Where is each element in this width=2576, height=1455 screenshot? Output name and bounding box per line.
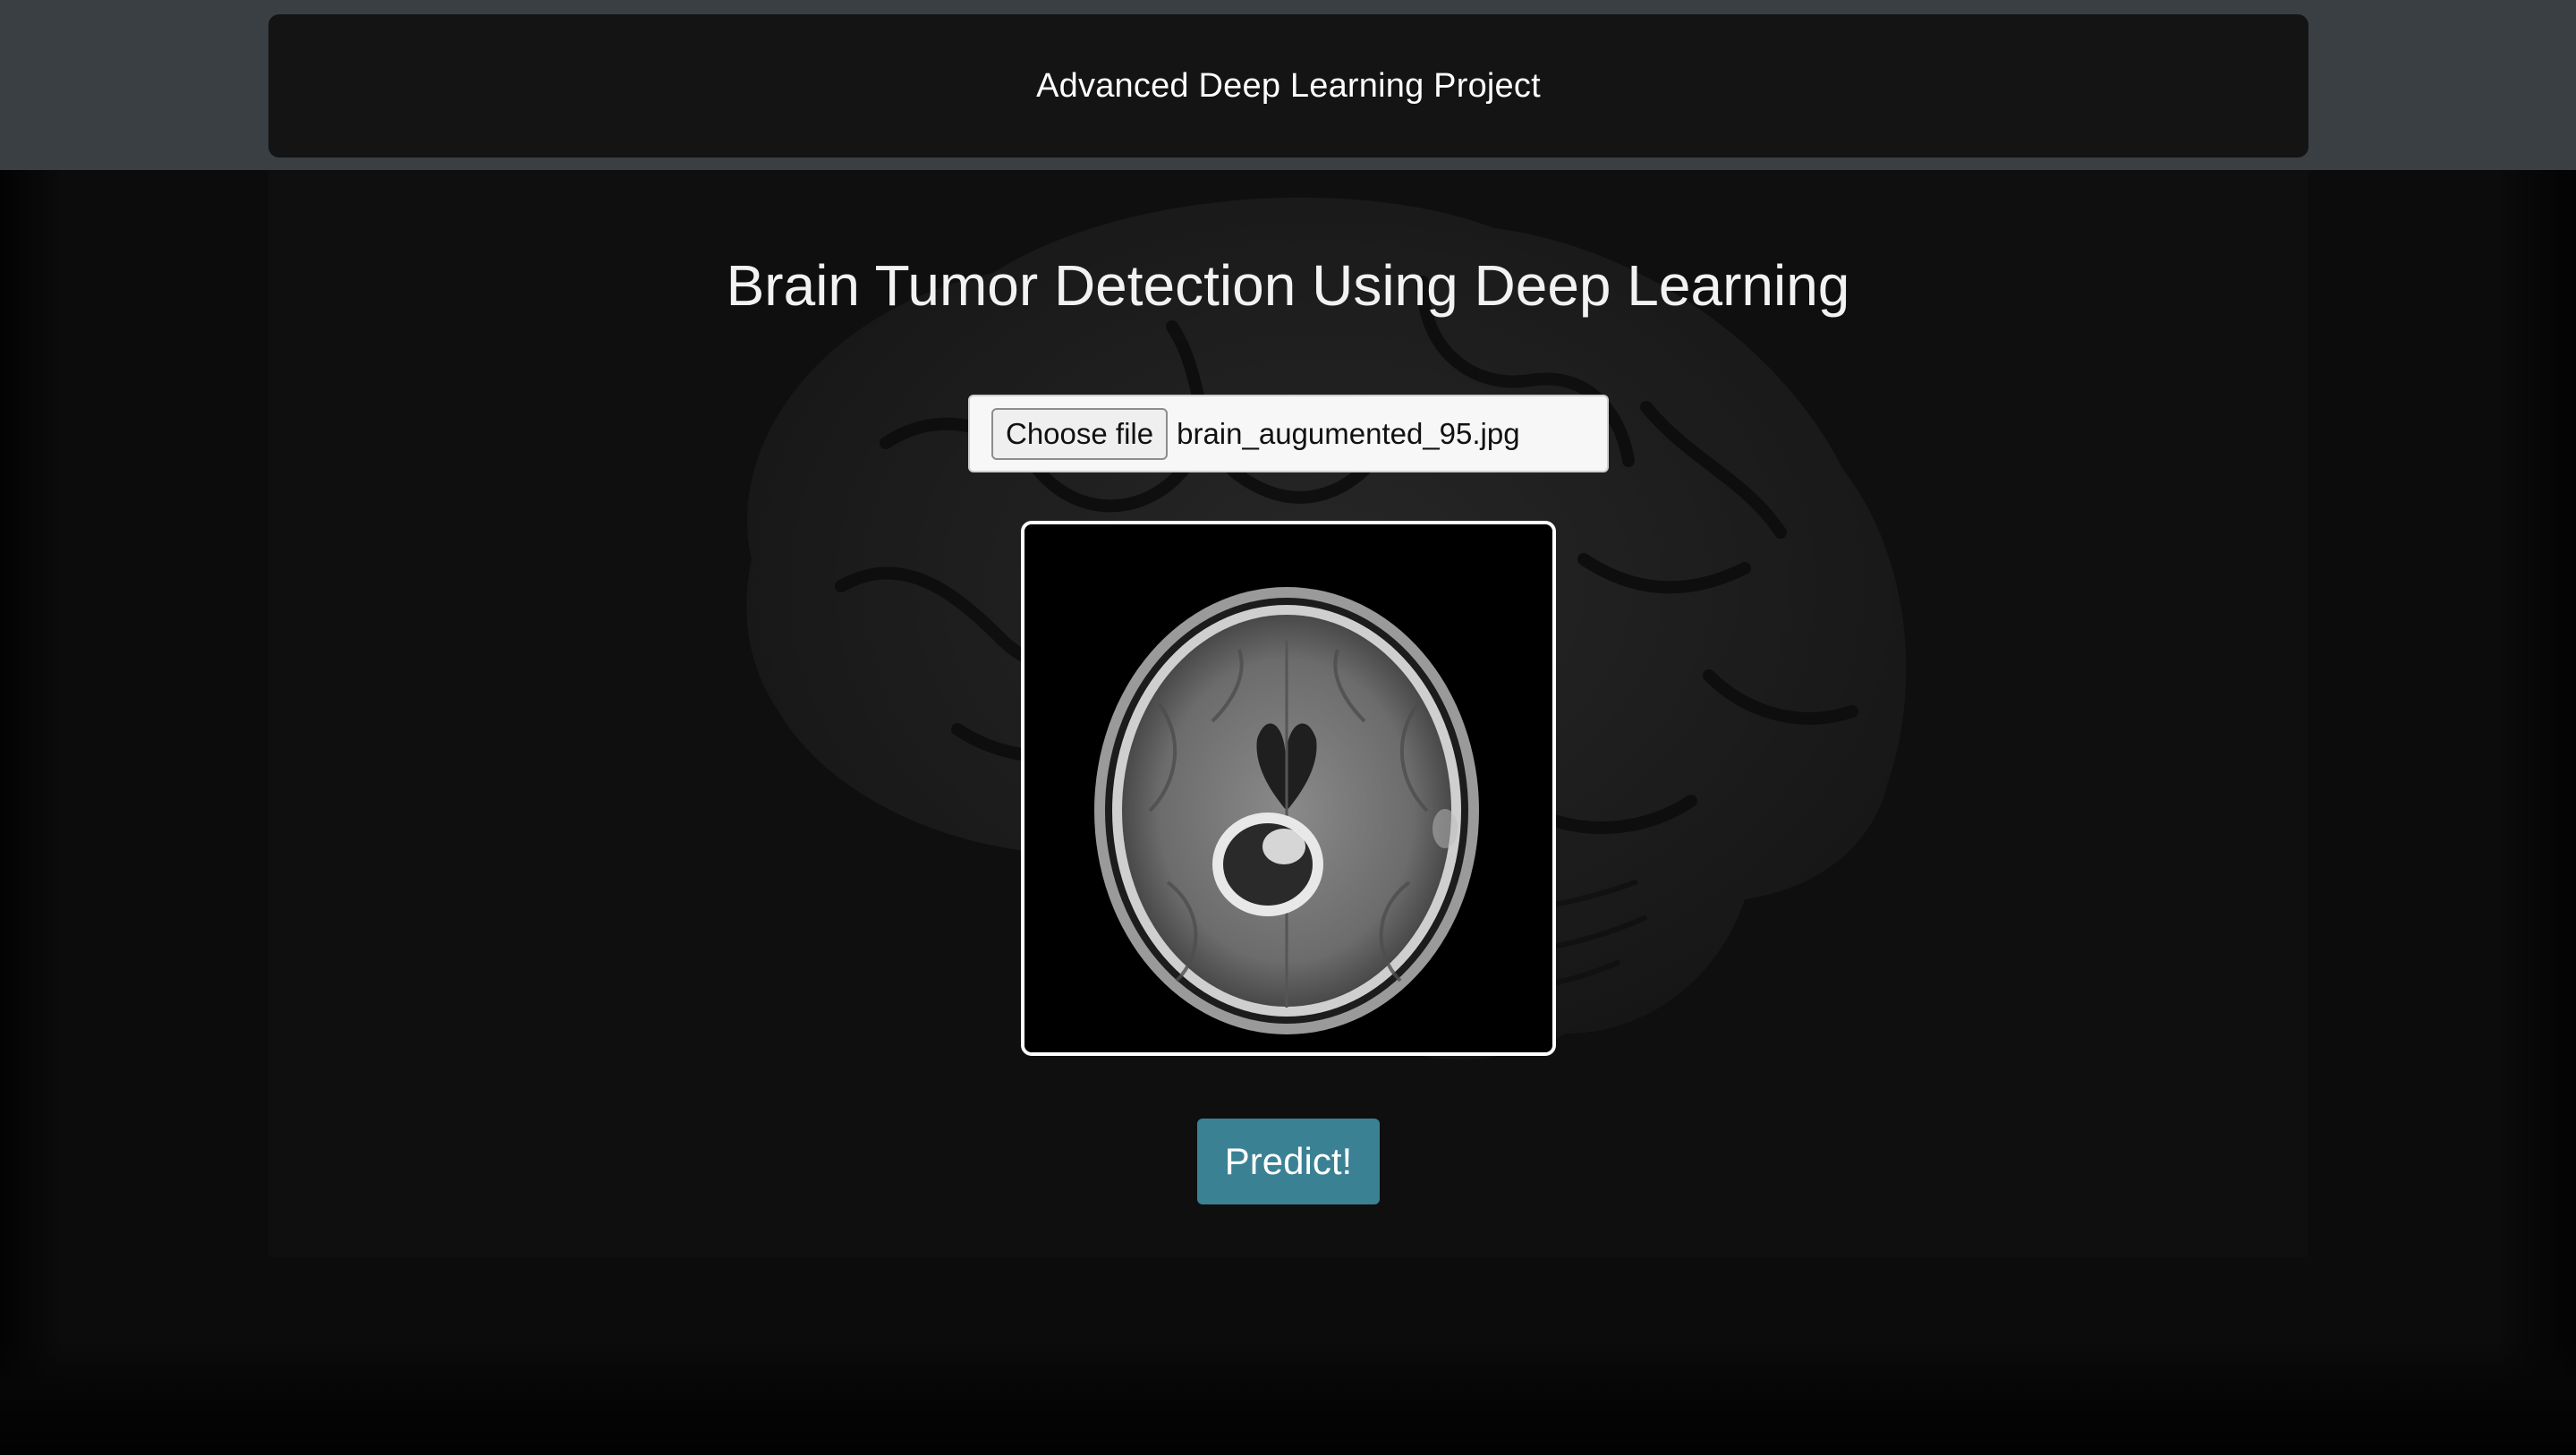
predict-button[interactable]: Predict! [1197,1119,1380,1204]
mri-scan-image [1024,524,1552,1052]
image-preview [1021,521,1556,1056]
navbar-brand[interactable]: Advanced Deep Learning Project [1036,67,1541,106]
navbar: Advanced Deep Learning Project [268,14,2308,157]
background-texture-left [0,170,63,1455]
page: Advanced Deep Learning Project Brain Tum… [0,0,2576,1455]
background-texture-bottom [0,1339,2576,1455]
background-texture-right [2495,170,2576,1455]
choose-file-button[interactable]: Choose file [991,407,1169,460]
top-bar: Advanced Deep Learning Project [0,0,2576,170]
file-upload-input[interactable]: Choose file brain_augumented_95.jpg [968,395,1609,472]
selected-file-name: brain_augumented_95.jpg [1177,416,1520,450]
page-title: Brain Tumor Detection Using Deep Learnin… [726,253,1850,318]
